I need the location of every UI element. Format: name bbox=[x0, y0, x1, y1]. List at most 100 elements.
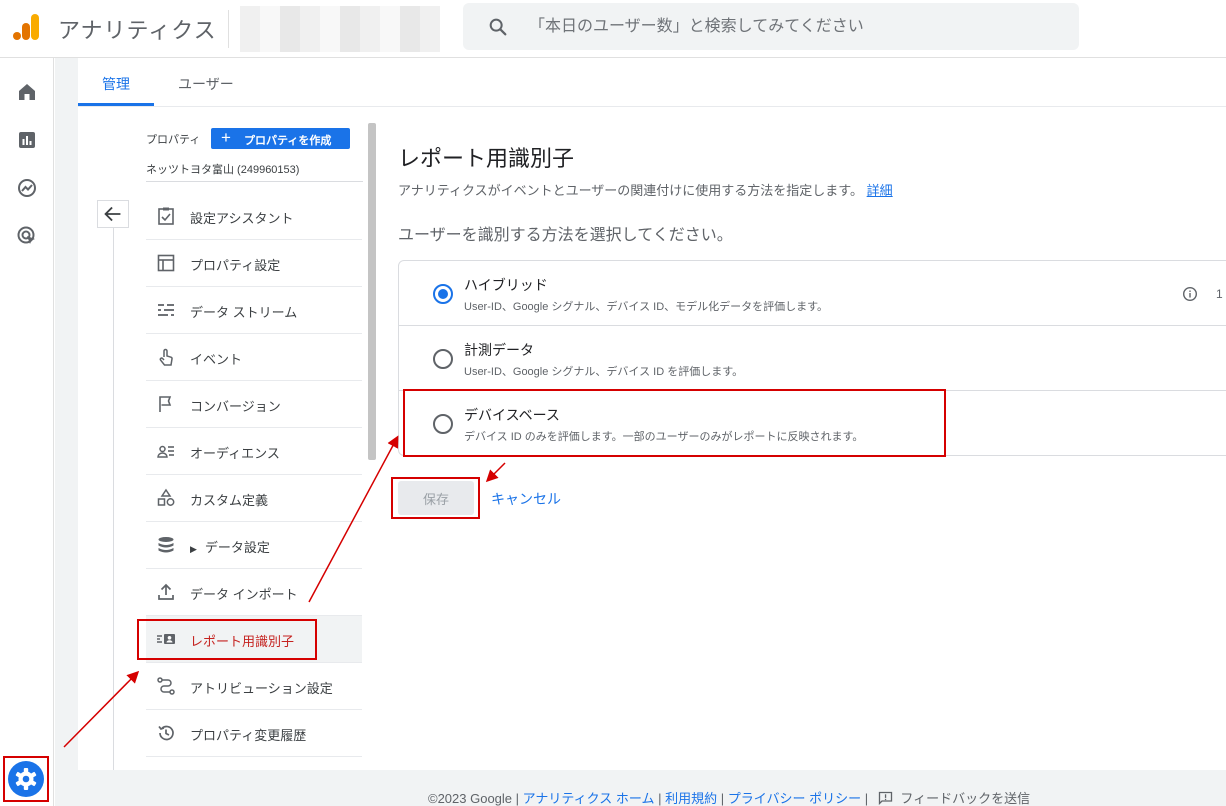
menu-item-label: アトリビューション設定 bbox=[190, 681, 333, 696]
menu-item-events[interactable]: イベント bbox=[146, 334, 362, 381]
option-subtitle: User-ID、Google シグナル、デバイス ID を評価します。 bbox=[464, 366, 744, 378]
feedback-icon[interactable] bbox=[878, 791, 893, 805]
plus-icon: + bbox=[221, 128, 231, 147]
option-device-based[interactable]: デバイスベース デバイス ID のみを評価します。一部のユーザーのみがレポートに… bbox=[399, 391, 1226, 456]
page-title: レポート用識別子 bbox=[398, 146, 575, 171]
menu-item-label-text: データ設定 bbox=[204, 540, 270, 555]
option-title: 計測データ bbox=[464, 342, 534, 358]
tab-admin[interactable]: 管理 bbox=[102, 74, 130, 94]
back-button[interactable] bbox=[97, 200, 129, 228]
info-number: 1 bbox=[1216, 287, 1223, 301]
footer-separator: | bbox=[864, 791, 869, 806]
menu-item-label: データ ストリーム bbox=[190, 305, 298, 320]
checklist-icon bbox=[158, 207, 174, 225]
history-icon bbox=[158, 725, 174, 741]
identity-options: ハイブリッド User-ID、Google シグナル、デバイス ID、モデル化デ… bbox=[398, 260, 1226, 456]
option-observed[interactable]: 計測データ User-ID、Google シグナル、デバイス ID を評価します… bbox=[399, 326, 1226, 391]
option-title: ハイブリッド bbox=[464, 277, 548, 293]
identity-icon bbox=[157, 634, 175, 644]
column-divider bbox=[113, 228, 114, 770]
flag-icon bbox=[159, 396, 172, 412]
footer-separator: | bbox=[658, 791, 662, 806]
radio-observed[interactable] bbox=[433, 349, 453, 369]
search-input[interactable] bbox=[529, 13, 1049, 41]
database-icon bbox=[158, 537, 174, 553]
shapes-icon bbox=[157, 488, 175, 506]
menu-item-setup-assistant[interactable]: 設定アシスタント bbox=[146, 193, 362, 240]
menu-item-property-settings[interactable]: プロパティ設定 bbox=[146, 240, 362, 287]
selection-prompt: ユーザーを識別する方法を選択してください。 bbox=[398, 227, 733, 244]
gear-icon bbox=[15, 768, 37, 790]
menu-item-label: ▶ データ設定 bbox=[190, 537, 270, 556]
menu-item-data-import[interactable]: データ インポート bbox=[146, 569, 362, 616]
menu-item-attribution-settings[interactable]: アトリビューション設定 bbox=[146, 663, 362, 710]
feedback-link[interactable]: フィードバックを送信 bbox=[900, 791, 1030, 806]
menu-item-data-streams[interactable]: データ ストリーム bbox=[146, 287, 362, 334]
property-name[interactable]: ネッツトヨタ富山 (249960153) bbox=[146, 161, 299, 177]
search-bar[interactable] bbox=[463, 3, 1079, 50]
radio-blended[interactable] bbox=[433, 284, 453, 304]
admin-tabs: 管理 ユーザー bbox=[78, 58, 1226, 107]
option-subtitle: デバイス ID のみを評価します。一部のユーザーのみがレポートに反映されます。 bbox=[464, 431, 864, 443]
menu-item-label: 設定アシスタント bbox=[190, 211, 294, 226]
footer-link-privacy[interactable]: プライバシー ポリシー bbox=[728, 791, 861, 806]
column-scrollbar[interactable] bbox=[368, 123, 376, 460]
menu-item-label: コンバージョン bbox=[190, 399, 281, 414]
tab-active-indicator bbox=[78, 103, 154, 106]
property-label: プロパティ bbox=[146, 134, 201, 146]
upload-icon bbox=[158, 583, 174, 600]
explore-icon[interactable] bbox=[15, 176, 39, 200]
footer-link-terms[interactable]: 利用規約 bbox=[665, 791, 717, 806]
create-property-button[interactable]: + プロパティを作成 bbox=[211, 128, 350, 149]
expand-arrow-icon: ▶ bbox=[190, 544, 197, 554]
layout-icon bbox=[157, 254, 175, 272]
property-divider bbox=[146, 181, 363, 182]
app-title: アナリティクス bbox=[58, 18, 217, 43]
search-icon bbox=[489, 18, 507, 36]
menu-item-label: データ インポート bbox=[190, 587, 298, 602]
option-blended[interactable]: ハイブリッド User-ID、Google シグナル、デバイス ID、モデル化デ… bbox=[399, 261, 1226, 326]
touch-icon bbox=[159, 348, 173, 366]
description-text: アナリティクスがイベントとユーザーの関連付けに使用する方法を指定します。 bbox=[398, 183, 864, 198]
analytics-logo-icon[interactable] bbox=[12, 12, 42, 42]
menu-item-label: レポート用識別子 bbox=[190, 634, 295, 649]
radio-device-based[interactable] bbox=[433, 414, 453, 434]
account-selector[interactable] bbox=[240, 6, 440, 52]
option-subtitle: User-ID、Google シグナル、デバイス ID、モデル化データを評価しま… bbox=[464, 301, 829, 313]
menu-item-label: カスタム定義 bbox=[190, 493, 269, 508]
footer: ©2023 Google | アナリティクス ホーム | 利用規約 | プライバ… bbox=[428, 788, 1030, 806]
tab-users[interactable]: ユーザー bbox=[178, 74, 234, 94]
option-title: デバイスベース bbox=[464, 407, 560, 423]
home-icon[interactable] bbox=[15, 80, 39, 104]
attribution-icon bbox=[157, 677, 175, 695]
menu-item-data-settings[interactable]: ▶ データ設定 bbox=[146, 522, 362, 569]
admin-gear-button[interactable] bbox=[8, 761, 44, 797]
menu-item-reporting-identity[interactable]: レポート用識別子 bbox=[146, 616, 362, 663]
save-button[interactable]: 保存 bbox=[398, 481, 474, 515]
footer-link-analytics-home[interactable]: アナリティクス ホーム bbox=[523, 791, 655, 806]
learn-more-link[interactable]: 詳細 bbox=[867, 183, 893, 198]
advertising-icon[interactable] bbox=[15, 224, 39, 248]
menu-item-audiences[interactable]: オーディエンス bbox=[146, 428, 362, 475]
left-nav bbox=[0, 58, 54, 806]
menu-item-custom-definitions[interactable]: カスタム定義 bbox=[146, 475, 362, 522]
reports-icon[interactable] bbox=[15, 128, 39, 152]
audience-icon bbox=[157, 445, 174, 458]
menu-item-label: オーディエンス bbox=[190, 446, 280, 461]
menu-item-change-history[interactable]: プロパティ変更履歴 bbox=[146, 710, 362, 757]
menu-item-label: プロパティ変更履歴 bbox=[190, 728, 307, 743]
cancel-link[interactable]: キャンセル bbox=[491, 489, 561, 509]
page-gutter bbox=[55, 58, 78, 806]
menu-item-label: イベント bbox=[190, 352, 243, 367]
top-bar: アナリティクス bbox=[0, 0, 1226, 58]
info-icon[interactable] bbox=[1182, 286, 1198, 302]
page-description: アナリティクスがイベントとユーザーの関連付けに使用する方法を指定します。 詳細 bbox=[398, 180, 893, 199]
create-property-label: プロパティを作成 bbox=[244, 135, 332, 147]
arrow-back-icon bbox=[104, 206, 121, 222]
copyright: ©2023 Google bbox=[428, 791, 513, 806]
menu-item-label: プロパティ設定 bbox=[190, 258, 281, 273]
footer-separator: | bbox=[720, 791, 725, 806]
title-divider bbox=[228, 10, 229, 48]
streams-icon bbox=[158, 304, 174, 316]
menu-item-conversions[interactable]: コンバージョン bbox=[146, 381, 362, 428]
